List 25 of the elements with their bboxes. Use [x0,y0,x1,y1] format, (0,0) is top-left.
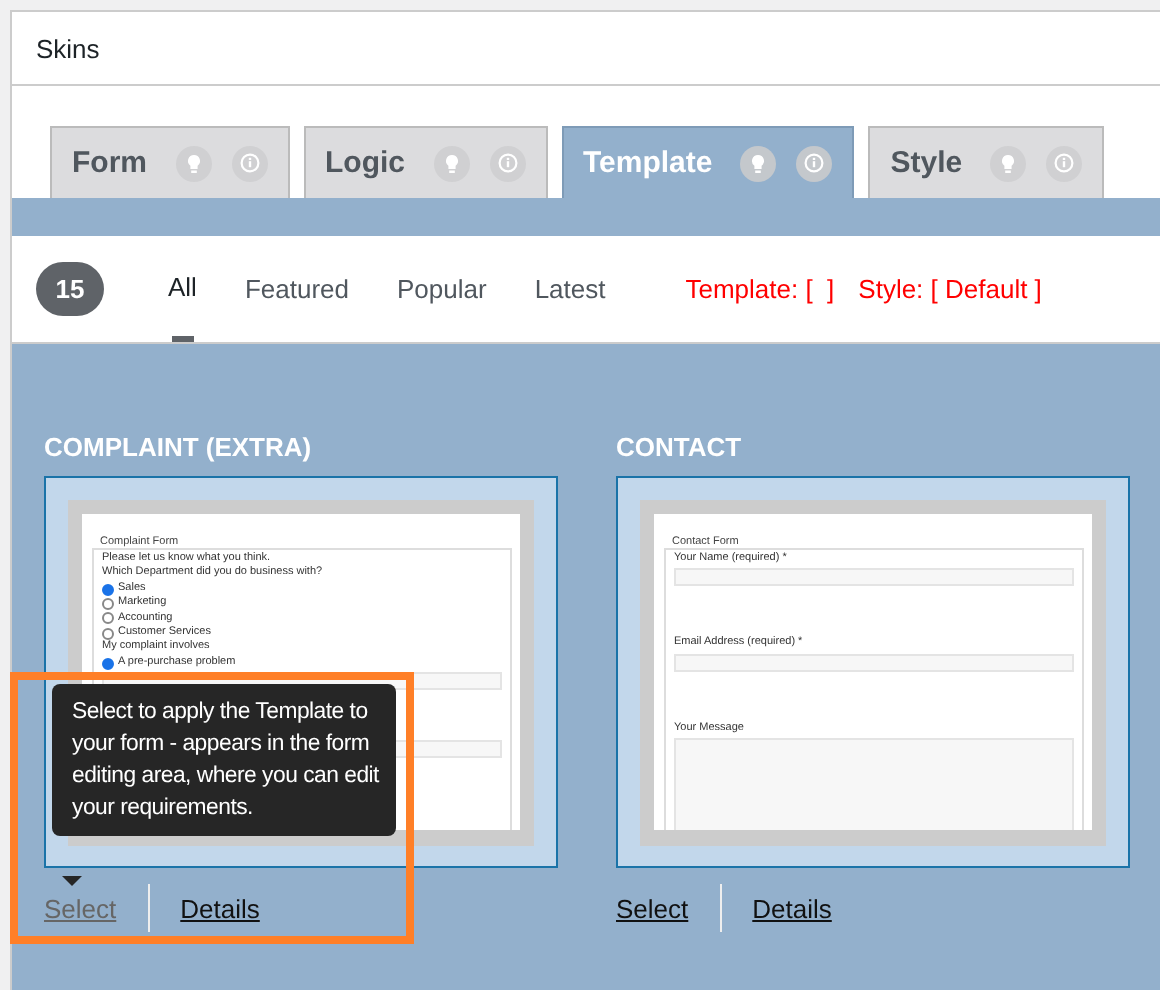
lightbulb-icon[interactable] [175,145,211,181]
tab[interactable]: Form [50,126,289,198]
lightbulb-icon[interactable] [990,145,1027,181]
filter-tab[interactable]: Popular [397,236,487,342]
count-badge: 15 [36,262,104,316]
template-title: COMPLAINT (EXTRA) [44,432,314,462]
lightbulb-icon[interactable] [433,145,469,181]
info-icon[interactable] [231,145,267,181]
tab[interactable]: Logic [303,126,547,198]
filter-tab[interactable]: Latest [534,236,606,342]
template-link[interactable]: Details [180,893,260,923]
template-link[interactable]: Select [616,893,689,923]
lightbulb-icon[interactable] [740,145,777,181]
info-icon[interactable] [796,145,833,181]
filter-tab[interactable]: Featured [244,236,349,342]
tooltip: Select to apply the Template to your form - appears in the form editing area, where you can edit your requirements. [52,684,396,836]
template-title: CONTACT [616,432,744,462]
tooltip-pointer [62,876,82,886]
style-status: Style: [ Default ] [858,274,1042,304]
info-icon[interactable] [489,145,525,181]
template-link[interactable]: Details [752,893,832,923]
info-icon[interactable] [1046,145,1083,181]
tab[interactable]: Style [868,126,1105,198]
window-title: Skins [36,33,100,63]
template-status: Template: [ ] [685,274,835,304]
